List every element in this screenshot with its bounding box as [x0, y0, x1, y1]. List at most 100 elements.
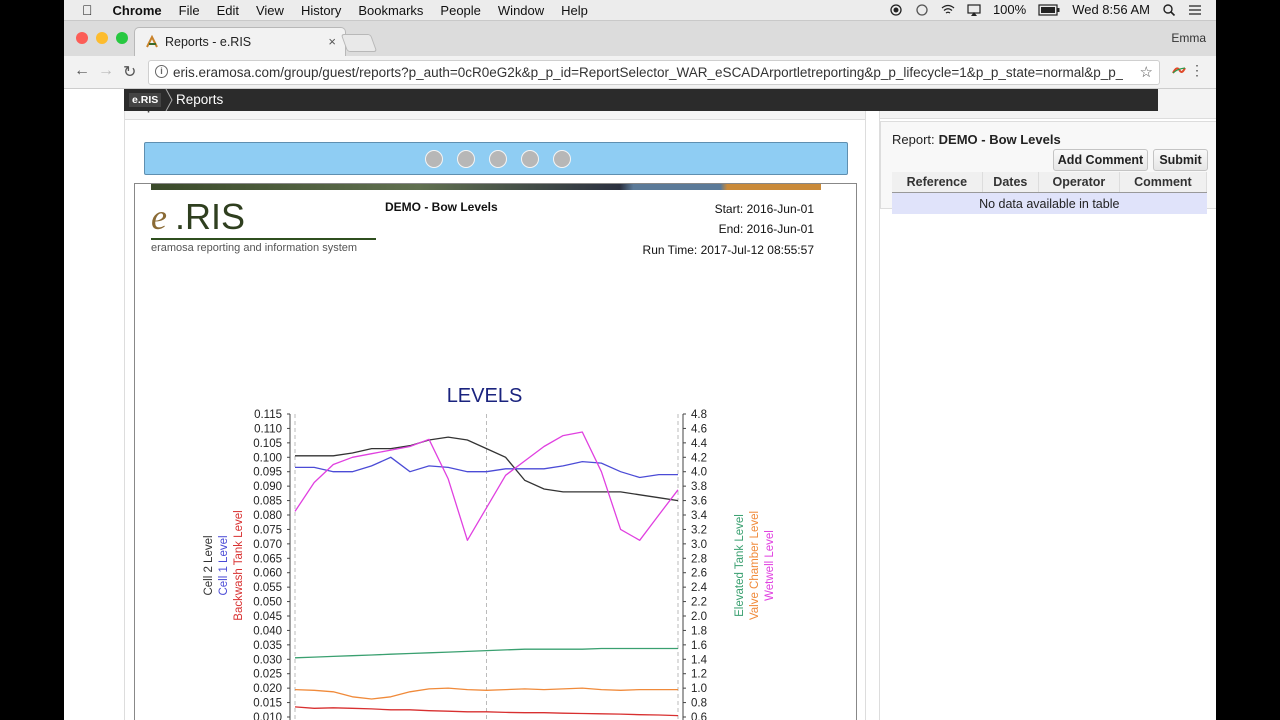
left-tick-label: 0.045 [253, 611, 282, 623]
logo-underline [151, 238, 376, 240]
tab-close-icon[interactable]: × [328, 34, 336, 49]
forward-icon[interactable]: → [98, 62, 114, 80]
left-tick-label: 0.060 [253, 568, 282, 580]
browser-window: Reports - e.RIS × Emma ← → ↻ i eris.eram… [64, 21, 1216, 720]
right-tick-label: 3.0 [691, 539, 707, 551]
eris-favicon-icon [146, 35, 158, 48]
eris-tagline: eramosa reporting and information system [151, 242, 358, 254]
col-reference[interactable]: Reference [892, 172, 983, 193]
cloud-icon[interactable] [915, 3, 929, 16]
menu-window[interactable]: Window [498, 3, 544, 18]
chrome-menu-icon[interactable]: ⋮ [1190, 62, 1204, 79]
chart-title: LEVELS [447, 385, 523, 407]
extension-icon[interactable] [1172, 65, 1186, 75]
menu-people[interactable]: People [440, 3, 480, 18]
left-tick-label: 0.105 [253, 438, 282, 450]
right-tick-label: 1.6 [691, 640, 707, 652]
menubar-clock[interactable]: Wed 8:56 AM [1072, 2, 1150, 17]
record-icon[interactable] [889, 3, 903, 16]
battery-icon[interactable] [1038, 3, 1060, 16]
left-tick-label: 0.090 [253, 481, 282, 493]
right-tick-label: 2.4 [691, 582, 708, 594]
right-tick-label: 1.0 [691, 683, 707, 695]
right-axis-label: Valve Chamber Level [749, 511, 761, 620]
spotlight-search-icon[interactable] [1162, 3, 1176, 16]
right-tick-label: 1.8 [691, 625, 707, 637]
back-icon[interactable]: ← [74, 62, 90, 80]
url-text[interactable]: eris.eramosa.com/group/guest/reports?p_a… [173, 65, 1123, 80]
right-tick-label: 0.6 [691, 712, 707, 720]
right-tick-label: 3.2 [691, 524, 707, 536]
portal-logo[interactable]: e.RIS [129, 93, 162, 107]
airplay-icon[interactable] [967, 3, 981, 16]
left-tick-label: 0.010 [253, 712, 282, 720]
wifi-icon[interactable] [941, 4, 955, 16]
settings-gear-icon[interactable] [489, 150, 507, 168]
bookmark-star-icon[interactable]: ☆ [1140, 63, 1153, 81]
reload-icon[interactable]: ↻ [123, 62, 136, 82]
breadcrumb-reports[interactable]: Reports [176, 92, 223, 107]
eris-logo-ris: .RIS [175, 196, 246, 237]
zoom-window-icon[interactable] [116, 32, 128, 44]
tab-strip: Reports - e.RIS × Emma [64, 21, 1216, 57]
left-tick-label: 0.015 [253, 698, 282, 710]
left-tick-label: 0.020 [253, 683, 282, 695]
menu-view[interactable]: View [256, 3, 284, 18]
info-icon[interactable] [521, 150, 539, 168]
left-tick-label: 0.115 [254, 409, 282, 421]
site-info-icon[interactable]: i [155, 65, 168, 78]
comments-table: Reference Dates Operator Comment No data… [892, 172, 1208, 214]
right-tick-label: 4.6 [691, 423, 707, 435]
left-tick-label: 0.050 [253, 597, 282, 609]
right-tick-label: 4.0 [691, 467, 707, 479]
notification-center-icon[interactable] [1188, 4, 1202, 16]
menu-file[interactable]: File [179, 3, 200, 18]
app-menu[interactable]: Chrome [113, 3, 162, 18]
right-tick-label: 0.8 [691, 698, 707, 710]
report-run-time: Run Time: 2017-Jul-12 08:55:57 [642, 243, 814, 257]
menu-bookmarks[interactable]: Bookmarks [358, 3, 423, 18]
right-tick-label: 2.6 [691, 568, 707, 580]
left-axis-label: Backwash Tank Level [233, 510, 245, 620]
new-tab-button[interactable] [340, 34, 378, 52]
report-name: DEMO - Bow Levels [938, 132, 1061, 147]
review-report: Report: DEMO - Bow Levels [892, 132, 1061, 147]
menu-help[interactable]: Help [561, 3, 588, 18]
menu-history[interactable]: History [301, 3, 341, 18]
print-icon[interactable] [457, 150, 475, 168]
left-tick-label: 0.110 [254, 423, 282, 435]
submit-button[interactable]: Submit [1153, 149, 1208, 171]
report-start: Start: 2016-Jun-01 [714, 202, 814, 216]
right-axis-label: Elevated Tank Level [734, 514, 746, 617]
left-tick-label: 0.055 [253, 582, 282, 594]
report-document: e .RIS eramosa reporting and information… [134, 183, 857, 720]
left-tick-label: 0.095 [253, 467, 282, 479]
minimize-window-icon[interactable] [96, 32, 108, 44]
refresh-report-icon[interactable] [425, 150, 443, 168]
col-operator[interactable]: Operator [1038, 172, 1120, 193]
left-tick-label: 0.085 [253, 496, 282, 508]
export-icon[interactable] [553, 150, 571, 168]
right-tick-label: 3.4 [691, 510, 708, 522]
battery-percent: 100% [992, 2, 1027, 17]
right-tick-label: 2.8 [691, 553, 707, 565]
right-tick-label: 3.8 [691, 481, 707, 493]
col-comment[interactable]: Comment [1119, 172, 1208, 193]
left-tick-label: 0.075 [253, 524, 282, 536]
address-bar[interactable]: i eris.eramosa.com/group/guest/reports?p… [148, 60, 1160, 85]
report-end: End: 2016-Jun-01 [718, 222, 814, 236]
report-label: Report: [892, 132, 935, 147]
empty-table-message: No data available in table [892, 192, 1207, 214]
right-tick-label: 1.2 [691, 669, 707, 681]
close-window-icon[interactable] [76, 32, 88, 44]
browser-tab[interactable]: Reports - e.RIS × [134, 27, 346, 57]
apple-menu-icon[interactable]:  [82, 2, 93, 18]
tab-title: Reports - e.RIS [165, 35, 252, 49]
col-dates[interactable]: Dates [982, 172, 1039, 193]
left-tick-label: 0.030 [253, 654, 282, 666]
eris-logo-e: e [151, 197, 167, 237]
left-tick-label: 0.035 [253, 640, 282, 652]
profile-button[interactable]: Emma [1171, 31, 1206, 45]
add-comment-button[interactable]: Add Comment [1053, 149, 1148, 171]
menu-edit[interactable]: Edit [217, 3, 239, 18]
